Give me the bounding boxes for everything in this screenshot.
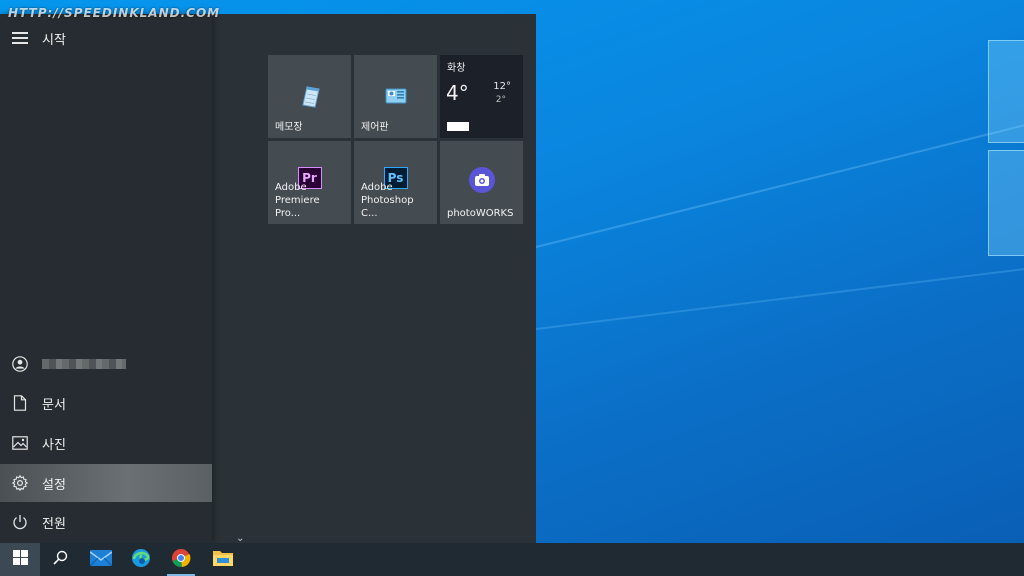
windows-start-icon [12, 550, 28, 569]
rail-item-label: 문서 [42, 397, 66, 413]
tile-label-line: Adobe [361, 182, 393, 193]
taskbar-chrome-button[interactable] [161, 543, 201, 576]
tile-photoshop[interactable]: Ps Adobe Photoshop C... [354, 141, 437, 224]
tile-label: 메모장 [275, 122, 303, 133]
start-menu: 시작 문서 사진 설정 전원 ⌄ 메모장 제어판 화창 4° 12° 2° Pr… [0, 14, 536, 544]
wallpaper-window-pane [988, 150, 1024, 256]
start-menu-title: 시작 [42, 32, 66, 48]
tile-weather[interactable]: 화창 4° 12° 2° [440, 55, 523, 138]
watermark-text: HTTP://SPEEDINKLAND.COM [8, 6, 221, 20]
rail-item-pictures[interactable]: 사진 [0, 424, 212, 462]
file-explorer-icon [213, 549, 233, 570]
rail-item-documents[interactable]: 문서 [0, 384, 212, 422]
windows-start-button[interactable] [0, 543, 40, 576]
tile-label-line: Adobe [275, 182, 307, 193]
user-name-blurred [42, 359, 126, 369]
wallpaper-window-pane [988, 40, 1024, 143]
start-menu-rail: 시작 문서 사진 설정 전원 [0, 14, 212, 543]
tile-label: photoWORKS [447, 208, 514, 219]
mail-icon [89, 549, 113, 570]
tile-label-line: Photoshop C... [361, 195, 414, 219]
weather-sun-icon [447, 122, 469, 131]
chrome-icon [171, 548, 191, 572]
wallpaper-light-beam [519, 256, 1024, 332]
taskbar-edge-button[interactable] [121, 543, 161, 576]
settings-gear-icon [12, 475, 28, 491]
tile-label-line: Premiere Pro... [275, 195, 320, 219]
taskbar-mail-button[interactable] [81, 543, 121, 576]
user-avatar-icon [12, 356, 28, 372]
tile-label: Adobe Premiere Pro... [275, 181, 347, 220]
power-icon [12, 514, 28, 530]
taskbar-search-button[interactable] [40, 543, 80, 576]
tile-photoworks[interactable]: photoWORKS [440, 141, 523, 224]
camera-icon [468, 167, 495, 193]
taskbar [0, 543, 1024, 576]
tile-notepad[interactable]: 메모장 [268, 55, 351, 138]
rail-item-label: 설정 [42, 477, 66, 493]
control-panel-icon [383, 83, 409, 113]
rail-item-settings[interactable]: 설정 [0, 464, 212, 502]
rail-item-user[interactable] [0, 345, 212, 383]
notepad-icon [297, 83, 323, 113]
edge-icon [131, 548, 151, 572]
weather-temperature: 4° [446, 81, 469, 105]
hamburger-menu-icon[interactable] [12, 32, 28, 44]
tile-control-panel[interactable]: 제어판 [354, 55, 437, 138]
taskbar-explorer-button[interactable] [203, 543, 243, 576]
pictures-icon [12, 435, 28, 451]
tile-label: Adobe Photoshop C... [361, 181, 433, 220]
rail-item-label: 사진 [42, 437, 66, 453]
tile-label: 제어판 [361, 122, 389, 133]
rail-item-power[interactable]: 전원 [0, 503, 212, 541]
wallpaper-light-beam [519, 104, 1024, 252]
weather-high: 12° [493, 81, 511, 92]
weather-low: 2° [495, 95, 506, 105]
tile-premiere[interactable]: Pr Adobe Premiere Pro... [268, 141, 351, 224]
start-menu-header[interactable]: 시작 [0, 24, 212, 52]
document-icon [12, 395, 28, 411]
rail-item-label: 전원 [42, 516, 66, 532]
weather-condition: 화창 [447, 63, 466, 74]
search-icon [52, 550, 68, 569]
